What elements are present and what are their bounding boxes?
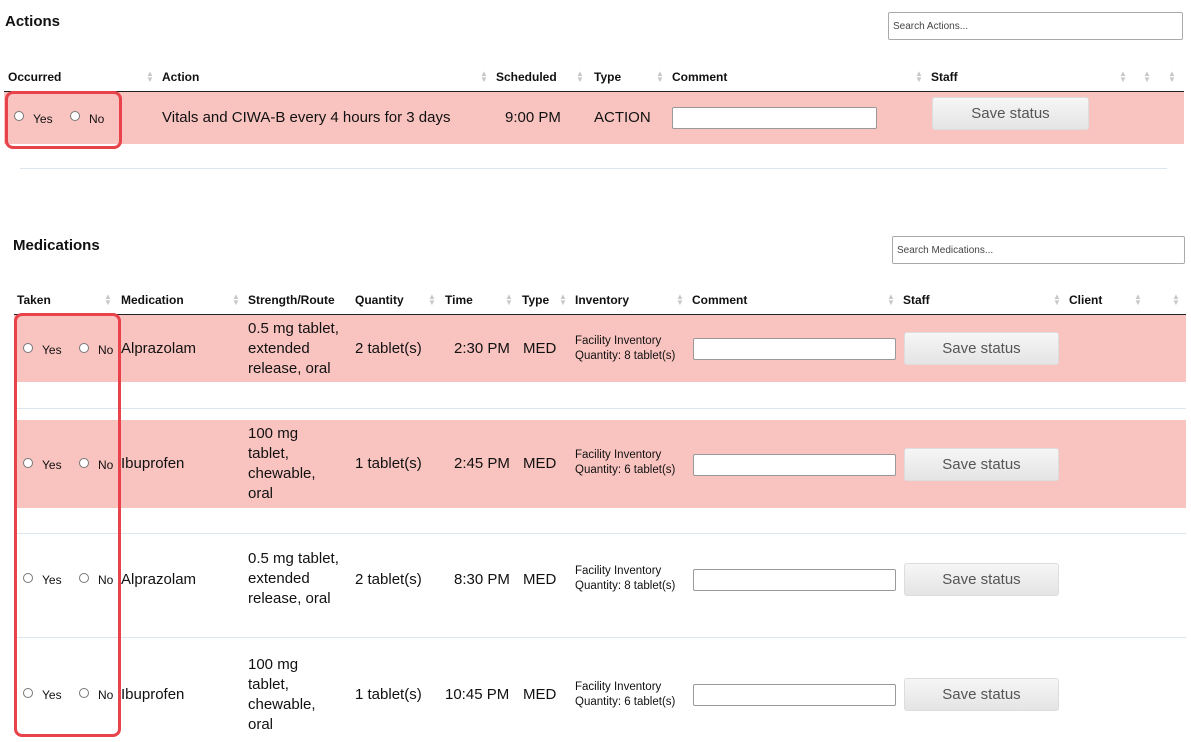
strength-route: 0.5 mg tablet, extended release, oral (248, 320, 339, 377)
col-medication[interactable]: Medication (121, 293, 184, 307)
inventory: Facility Inventory Quantity: 6 tablet(s) (575, 681, 676, 708)
medication-name: Ibuprofen (121, 455, 185, 472)
col-quantity[interactable]: Quantity (355, 293, 404, 307)
sort-arrows-icon[interactable]: ▲ ▼ (428, 293, 436, 307)
med-save-status-button[interactable]: Save status (904, 563, 1059, 596)
col-staff[interactable]: Staff (931, 70, 958, 84)
sort-arrows-icon[interactable]: ▲ ▼ (1119, 70, 1127, 84)
sort-arrows-icon[interactable]: ▲ ▼ (576, 70, 584, 84)
col-comment[interactable]: Comment (692, 293, 747, 307)
sort-arrows-icon[interactable]: ▲ ▼ (505, 293, 513, 307)
col-type[interactable]: Type (594, 70, 621, 84)
col-scheduled[interactable]: Scheduled (496, 70, 557, 84)
med-type: MED (523, 455, 557, 472)
medications-title: Medications (13, 237, 100, 254)
search-medications-input[interactable] (892, 236, 1185, 264)
action-comment-input[interactable] (672, 107, 877, 129)
quantity: 2 tablet(s) (355, 571, 422, 588)
med-save-status-button[interactable]: Save status (904, 448, 1059, 481)
medication-name: Alprazolam (121, 340, 197, 357)
sort-arrows-icon[interactable]: ▲ ▼ (1168, 70, 1176, 84)
action-save-status-button[interactable]: Save status (932, 97, 1089, 130)
time: 8:30 PM (454, 571, 510, 588)
sort-arrows-icon[interactable]: ▲ ▼ (1134, 293, 1142, 307)
med-type: MED (523, 340, 557, 357)
sort-arrows-icon[interactable]: ▲ ▼ (146, 70, 154, 84)
col-occurred[interactable]: Occurred (8, 70, 61, 84)
action-text: Vitals and CIWA-B every 4 hours for 3 da… (162, 109, 451, 126)
strength-route: 100 mg tablet, chewable, oral (248, 656, 316, 733)
search-actions-input[interactable] (888, 12, 1183, 40)
quantity: 2 tablet(s) (355, 340, 422, 357)
row-divider (14, 637, 1186, 638)
col-taken[interactable]: Taken (17, 293, 51, 307)
col-inventory[interactable]: Inventory (575, 293, 629, 307)
col-strength-route[interactable]: Strength/Route (248, 293, 335, 307)
med-type: MED (523, 571, 557, 588)
sort-arrows-icon[interactable]: ▲ ▼ (887, 293, 895, 307)
med-comment-input[interactable] (693, 569, 896, 591)
quantity: 1 tablet(s) (355, 686, 422, 703)
col-time[interactable]: Time (445, 293, 473, 307)
inventory: Facility Inventory Quantity: 6 tablet(s) (575, 449, 676, 476)
sort-arrows-icon[interactable]: ▲ ▼ (559, 293, 567, 307)
med-comment-input[interactable] (693, 684, 896, 706)
col-comment[interactable]: Comment (672, 70, 727, 84)
inventory: Facility Inventory Quantity: 8 tablet(s) (575, 335, 676, 362)
action-type: ACTION (594, 109, 651, 126)
time: 2:30 PM (454, 340, 510, 357)
actions-title: Actions (5, 13, 61, 30)
sort-arrows-icon[interactable]: ▲ ▼ (915, 70, 923, 84)
med-comment-input[interactable] (693, 454, 896, 476)
sort-arrows-icon[interactable]: ▲ ▼ (1172, 293, 1180, 307)
time: 2:45 PM (454, 455, 510, 472)
med-comment-input[interactable] (693, 338, 896, 360)
time: 10:45 PM (445, 686, 510, 703)
strength-route: 100 mg tablet, chewable, oral (248, 425, 316, 502)
med-type: MED (523, 686, 557, 703)
scheduled-time: 9:00 PM (505, 109, 561, 126)
sort-arrows-icon[interactable]: ▲ ▼ (104, 293, 112, 307)
sort-arrows-icon[interactable]: ▲ ▼ (656, 70, 664, 84)
quantity: 1 tablet(s) (355, 455, 422, 472)
taken-callout-box (14, 313, 121, 737)
row-divider (14, 408, 1186, 409)
sort-arrows-icon[interactable]: ▲ ▼ (676, 293, 684, 307)
section-divider (20, 168, 1167, 169)
sort-arrows-icon[interactable]: ▲ ▼ (480, 70, 488, 84)
row-divider (14, 533, 1186, 534)
med-save-status-button[interactable]: Save status (904, 678, 1059, 711)
col-action[interactable]: Action (162, 70, 199, 84)
sort-arrows-icon[interactable]: ▲ ▼ (1053, 293, 1061, 307)
med-save-status-button[interactable]: Save status (904, 332, 1059, 365)
medication-name: Alprazolam (121, 571, 197, 588)
strength-route: 0.5 mg tablet, extended release, oral (248, 550, 339, 607)
col-type[interactable]: Type (522, 293, 549, 307)
sort-arrows-icon[interactable]: ▲ ▼ (232, 293, 240, 307)
col-staff[interactable]: Staff (903, 293, 930, 307)
inventory: Facility Inventory Quantity: 8 tablet(s) (575, 565, 676, 592)
medication-name: Ibuprofen (121, 686, 185, 703)
sort-arrows-icon[interactable]: ▲ ▼ (1143, 70, 1151, 84)
col-client[interactable]: Client (1069, 293, 1102, 307)
occurred-callout-box (5, 91, 122, 149)
